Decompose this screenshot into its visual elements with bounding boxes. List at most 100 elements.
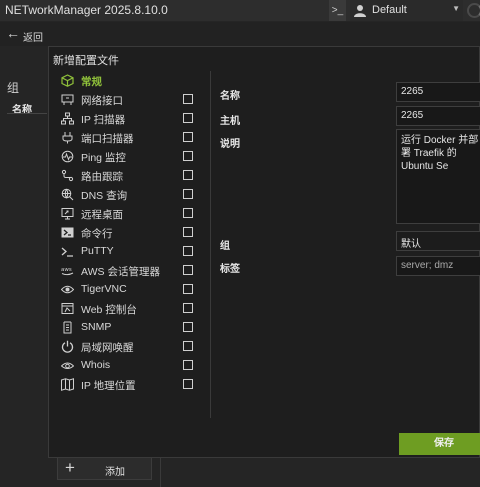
- type-item-web-console[interactable]: Web 控制台: [57, 300, 197, 317]
- map-icon: [61, 378, 74, 391]
- type-item-wake-on-lan[interactable]: 局域网唤醒: [57, 338, 197, 355]
- chevron-down-icon: ▼: [452, 4, 460, 13]
- type-item-putty[interactable]: PuTTY: [57, 243, 197, 260]
- power-icon: [61, 340, 74, 353]
- back-label[interactable]: 返回: [23, 29, 43, 44]
- type-item-powershell[interactable]: 命令行: [57, 224, 197, 241]
- type-item-tigervnc[interactable]: TigerVNC: [57, 281, 197, 298]
- type-item-ip-scanner[interactable]: IP 扫描器: [57, 110, 197, 127]
- type-checkbox[interactable]: [183, 151, 193, 161]
- type-item-network-interface[interactable]: 网络接口: [57, 91, 197, 108]
- description-label: 说明: [220, 139, 240, 150]
- type-label: Whois: [81, 359, 111, 371]
- type-label: DNS 查询: [81, 190, 128, 202]
- type-item-aws-session-manager[interactable]: aws AWS 会话管理器: [57, 262, 197, 279]
- type-label: 远程桌面: [81, 209, 123, 221]
- type-label: 常规: [81, 76, 102, 88]
- type-label: Ping 监控: [81, 152, 126, 164]
- cube-icon: [61, 74, 74, 87]
- type-checkbox[interactable]: [183, 94, 193, 104]
- type-item-snmp[interactable]: SNMP: [57, 319, 197, 336]
- type-item-ip-geolocation[interactable]: IP 地理位置: [57, 376, 197, 393]
- type-label: TigerVNC: [81, 283, 127, 295]
- add-profile-button[interactable]: + 添加: [57, 456, 152, 480]
- type-label: 命令行: [81, 228, 113, 240]
- type-label: SNMP: [81, 321, 112, 333]
- type-checkbox[interactable]: [183, 303, 193, 313]
- description-textarea[interactable]: 运行 Docker 并部署 Traefik 的 Ubuntu Se: [396, 129, 480, 224]
- type-checkbox[interactable]: [183, 265, 193, 275]
- type-label: IP 地理位置: [81, 380, 136, 392]
- title-bar: NETworkManager 2025.8.10.0 >_ Default ▼: [0, 0, 480, 21]
- ping-monitor-icon: [61, 150, 74, 163]
- type-checkbox[interactable]: [183, 246, 193, 256]
- powershell-icon: [61, 227, 74, 238]
- remote-desktop-icon: [61, 208, 74, 220]
- network-interface-icon: [61, 94, 74, 105]
- type-checkbox[interactable]: [183, 132, 193, 142]
- name-input[interactable]: 2265: [396, 82, 480, 102]
- host-label: 主机: [220, 116, 240, 127]
- ip-scanner-icon: [61, 112, 74, 125]
- back-arrow-icon[interactable]: ←: [6, 25, 20, 41]
- divider: [210, 71, 211, 418]
- name-label: 名称: [220, 91, 240, 102]
- host-input[interactable]: 2265: [396, 106, 480, 126]
- type-item-whois[interactable]: Whois: [57, 357, 197, 374]
- type-label: AWS 会话管理器: [81, 266, 160, 278]
- app-title: NETworkManager 2025.8.10.0: [5, 3, 168, 17]
- group-select[interactable]: 默认: [396, 231, 480, 251]
- type-item-ping-monitor[interactable]: Ping 监控: [57, 148, 197, 165]
- type-label: 局域网唤醒: [81, 342, 134, 354]
- type-item-dns-lookup[interactable]: DNS 查询: [57, 186, 197, 203]
- traceroute-icon: [61, 169, 74, 182]
- type-label: IP 扫描器: [81, 114, 126, 126]
- plus-icon: +: [65, 458, 75, 477]
- svg-text:aws: aws: [61, 267, 72, 273]
- dialog-title: 新增配置文件: [53, 55, 119, 67]
- type-checkbox[interactable]: [183, 322, 193, 332]
- whois-icon: [61, 362, 74, 369]
- type-item-general[interactable]: 常规: [57, 72, 197, 89]
- tags-input[interactable]: server; dmz: [396, 256, 480, 276]
- divider: [7, 113, 47, 114]
- putty-icon: [61, 247, 73, 257]
- new-profile-dialog: 新增配置文件 常规 网络接口 IP 扫描器 端口扫描器 Ping 监控 路由跟踪…: [48, 46, 480, 458]
- type-checkbox[interactable]: [183, 208, 193, 218]
- profile-selector[interactable]: Default ▼: [350, 0, 463, 21]
- type-checkbox[interactable]: [183, 170, 193, 180]
- type-label: 端口扫描器: [81, 133, 134, 145]
- back-row[interactable]: ← 返回: [0, 22, 480, 46]
- type-item-traceroute[interactable]: 路由跟踪: [57, 167, 197, 184]
- save-button[interactable]: 保存: [399, 433, 480, 455]
- port-scanner-icon: [62, 132, 73, 144]
- type-checkbox[interactable]: [183, 113, 193, 123]
- type-checkbox[interactable]: [183, 284, 193, 294]
- type-label: Web 控制台: [81, 304, 137, 316]
- group-label: 组: [220, 241, 230, 252]
- group-header: 组: [7, 81, 20, 95]
- type-label: 网络接口: [81, 95, 123, 107]
- tags-label: 标签: [220, 264, 240, 275]
- type-label: 路由跟踪: [81, 171, 123, 183]
- divider: [160, 458, 161, 487]
- type-checkbox[interactable]: [183, 379, 193, 389]
- web-console-icon: [61, 303, 74, 314]
- type-checkbox[interactable]: [183, 360, 193, 370]
- user-icon: [354, 5, 366, 17]
- command-palette-button[interactable]: >_: [329, 0, 346, 21]
- add-label: 添加: [105, 467, 125, 478]
- type-checkbox[interactable]: [183, 189, 193, 199]
- dns-lookup-icon: [61, 188, 74, 201]
- type-item-remote-desktop[interactable]: 远程桌面: [57, 205, 197, 222]
- type-checkbox[interactable]: [183, 227, 193, 237]
- refresh-icon[interactable]: [467, 3, 480, 18]
- type-item-port-scanner[interactable]: 端口扫描器: [57, 129, 197, 146]
- snmp-icon: [63, 321, 72, 334]
- aws-icon: aws: [61, 267, 74, 276]
- type-checkbox[interactable]: [183, 341, 193, 351]
- profile-name: Default: [372, 4, 407, 16]
- eye-icon: [61, 285, 74, 294]
- type-label: PuTTY: [81, 245, 114, 257]
- tags-placeholder: server; dmz: [401, 260, 454, 271]
